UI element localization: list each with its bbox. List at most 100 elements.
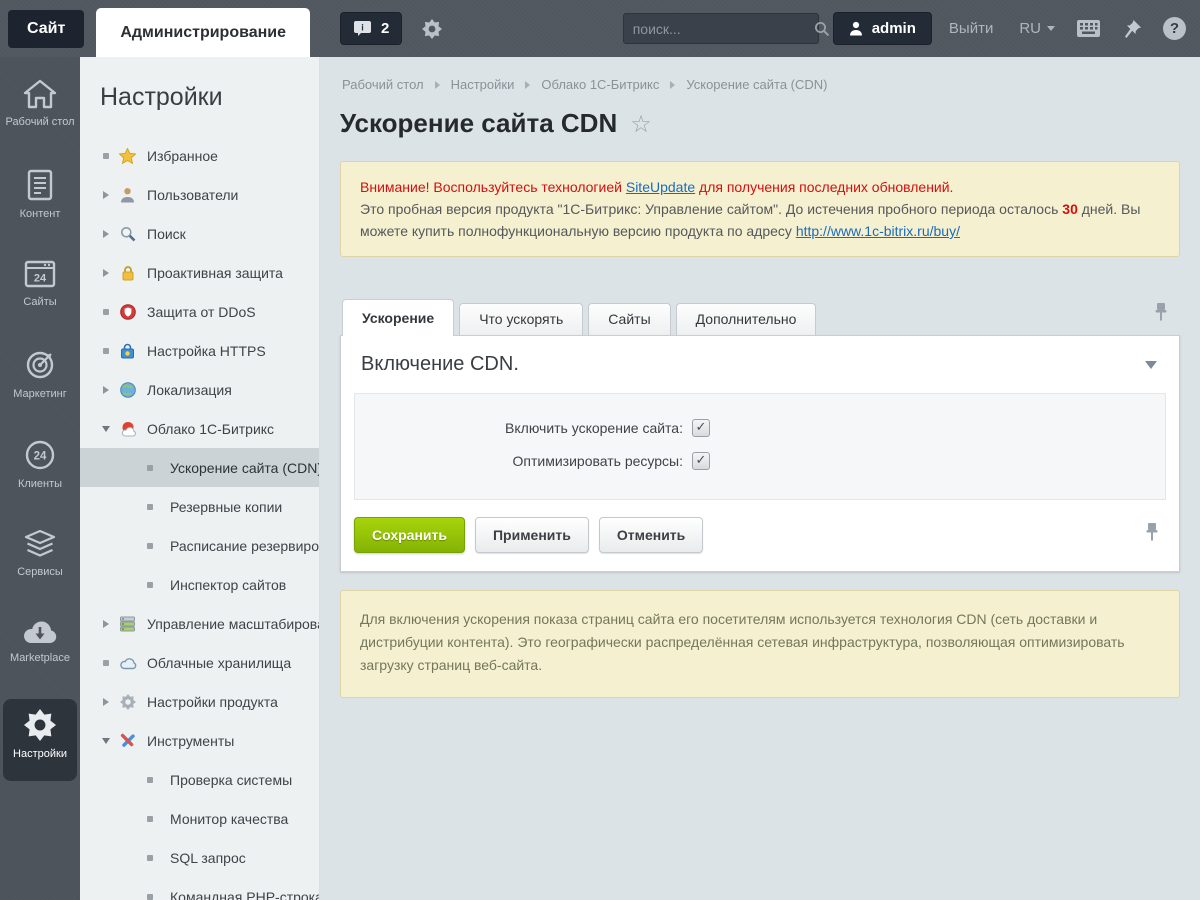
- field-row: Оптимизировать ресурсы:: [355, 452, 1165, 470]
- notifications-count: 2: [381, 20, 390, 37]
- menu-title: Настройки: [100, 83, 223, 111]
- menu-item-localization[interactable]: Локализация: [80, 370, 319, 409]
- field-row: Включить ускорение сайта:: [355, 419, 1165, 437]
- expand-arrow-icon[interactable]: [100, 385, 112, 394]
- bullet-marker: [144, 581, 156, 588]
- top-bar: Сайт Администрирование i 2 admin Выйти R…: [0, 0, 1200, 57]
- bullet-marker: [100, 152, 112, 159]
- expand-arrow-icon[interactable]: [100, 268, 112, 277]
- collapse-section-icon[interactable]: [1145, 360, 1157, 369]
- pin-icon[interactable]: [1154, 302, 1168, 327]
- gear-icon[interactable]: [422, 18, 443, 39]
- breadcrumb-item[interactable]: Ускорение сайта (CDN): [686, 77, 827, 92]
- menu-item-tools[interactable]: Инструменты: [80, 721, 319, 760]
- menu-item-search[interactable]: Поиск: [80, 214, 319, 253]
- rail-item-content[interactable]: Контент: [3, 159, 77, 241]
- rail-item-clients[interactable]: 24 Клиенты: [3, 429, 77, 511]
- menu-item-proactive-protection[interactable]: Проактивная защита: [80, 253, 319, 292]
- shield-icon: [118, 303, 137, 320]
- site-tab[interactable]: Сайт: [8, 9, 85, 48]
- bullet-marker: [144, 854, 156, 861]
- rail-item-desktop[interactable]: Рабочий стол: [3, 69, 77, 151]
- breadcrumb: Рабочий стол Настройки Облако 1С-Битрикс…: [342, 77, 1180, 92]
- rail-item-settings[interactable]: Настройки: [3, 699, 77, 781]
- keyboard-icon[interactable]: [1076, 19, 1101, 38]
- buy-link[interactable]: http://www.1c-bitrix.ru/buy/: [796, 223, 960, 239]
- expand-arrow-icon[interactable]: [100, 619, 112, 628]
- breadcrumb-item[interactable]: Облако 1С-Битрикс: [541, 77, 659, 92]
- menu-item-quality-monitor[interactable]: Монитор качества: [80, 799, 319, 838]
- cdn-options-box: Включить ускорение сайта: Оптимизировать…: [354, 393, 1166, 500]
- favorite-star-icon[interactable]: ☆: [630, 110, 652, 138]
- svg-text:24: 24: [34, 451, 47, 463]
- help-icon[interactable]: ?: [1163, 17, 1186, 40]
- logout-link[interactable]: Выйти: [949, 20, 993, 37]
- cdn-settings-panel: Включение CDN. Включить ускорение сайта:…: [340, 335, 1180, 572]
- settings-menu: Настройки Избранное Пользователи Поиск П…: [80, 57, 320, 900]
- tools-icon: [118, 733, 137, 749]
- rail-item-sites[interactable]: 24 Сайты: [3, 249, 77, 331]
- tab-additional[interactable]: Дополнительно: [675, 303, 817, 335]
- menu-item-bitrix-cloud[interactable]: Облако 1С-Битрикс: [80, 409, 319, 448]
- menu-item-sql-query[interactable]: SQL запрос: [80, 838, 319, 877]
- cancel-button[interactable]: Отменить: [598, 517, 704, 553]
- target-icon: [24, 349, 56, 381]
- rail-item-services[interactable]: Сервисы: [3, 519, 77, 601]
- breadcrumb-item[interactable]: Настройки: [451, 77, 515, 92]
- expand-arrow-icon[interactable]: [100, 697, 112, 706]
- bullet-marker: [144, 503, 156, 510]
- tab-sites[interactable]: Сайты: [588, 303, 671, 335]
- menu-item-system-check[interactable]: Проверка системы: [80, 760, 319, 799]
- collapse-arrow-icon[interactable]: [100, 425, 112, 432]
- optimize-resources-checkbox[interactable]: [692, 452, 710, 470]
- search-icon[interactable]: [814, 21, 830, 37]
- menu-item-cdn[interactable]: Ускорение сайта (CDN): [80, 448, 319, 487]
- app-shell: Рабочий стол Контент 24 Сайты Маркетинг …: [0, 57, 1200, 900]
- apply-button[interactable]: Применить: [474, 517, 589, 553]
- menu-item-backups[interactable]: Резервные копии: [80, 487, 319, 526]
- tab-what-to-accelerate[interactable]: Что ускорять: [459, 303, 584, 335]
- bullet-marker: [144, 893, 156, 900]
- menu-item-https[interactable]: Настройка HTTPS: [80, 331, 319, 370]
- menu-item-users[interactable]: Пользователи: [80, 175, 319, 214]
- enable-cdn-checkbox[interactable]: [692, 419, 710, 437]
- menu-item-cloud-storage[interactable]: Облачные хранилища: [80, 643, 319, 682]
- notifications-button[interactable]: i 2: [340, 12, 403, 45]
- menu-item-ddos[interactable]: Защита от DDoS: [80, 292, 319, 331]
- menu-item-favorites[interactable]: Избранное: [80, 136, 319, 175]
- menu-item-product-settings[interactable]: Настройки продукта: [80, 682, 319, 721]
- rail-item-marketplace[interactable]: Marketplace: [3, 609, 77, 691]
- save-button[interactable]: Сохранить: [354, 517, 465, 553]
- pin-icon[interactable]: [1145, 522, 1159, 547]
- language-code: RU: [1019, 20, 1041, 37]
- pin-icon[interactable]: [1122, 19, 1142, 39]
- bullet-marker: [100, 347, 112, 354]
- gear-icon: [118, 693, 137, 710]
- menu-item-scaling[interactable]: Управление масштабированием: [80, 604, 319, 643]
- menu-item-php-command[interactable]: Командная PHP-строка: [80, 877, 319, 900]
- breadcrumb-separator-icon: [434, 80, 440, 89]
- form-buttons: Сохранить Применить Отменить: [341, 500, 1179, 559]
- rail-item-marketing[interactable]: Маркетинг: [3, 339, 77, 421]
- siteupdate-link[interactable]: SiteUpdate: [626, 179, 695, 195]
- breadcrumb-item[interactable]: Рабочий стол: [342, 77, 424, 92]
- home-icon: [23, 79, 57, 109]
- settings-tabs: Ускорение Что ускорять Сайты Дополнитель…: [340, 298, 1180, 336]
- cloud-red-icon: [118, 421, 137, 437]
- page-title: Ускорение сайта CDN: [340, 108, 618, 138]
- language-selector[interactable]: RU: [1019, 20, 1055, 37]
- menu-item-site-inspector[interactable]: Инспектор сайтов: [80, 565, 319, 604]
- search-input[interactable]: [632, 20, 814, 37]
- collapse-arrow-icon[interactable]: [100, 737, 112, 744]
- tab-acceleration[interactable]: Ускорение: [342, 299, 455, 336]
- user-icon: [849, 21, 863, 36]
- expand-arrow-icon[interactable]: [100, 229, 112, 238]
- rail-item-label: Сайты: [23, 296, 57, 308]
- star-icon: [118, 147, 137, 164]
- bag-icon: [118, 343, 137, 359]
- bullet-marker: [100, 308, 112, 315]
- user-menu-button[interactable]: admin: [832, 12, 932, 45]
- admin-tab[interactable]: Администрирование: [96, 8, 311, 57]
- menu-item-backup-schedule[interactable]: Расписание резервирования: [80, 526, 319, 565]
- expand-arrow-icon[interactable]: [100, 190, 112, 199]
